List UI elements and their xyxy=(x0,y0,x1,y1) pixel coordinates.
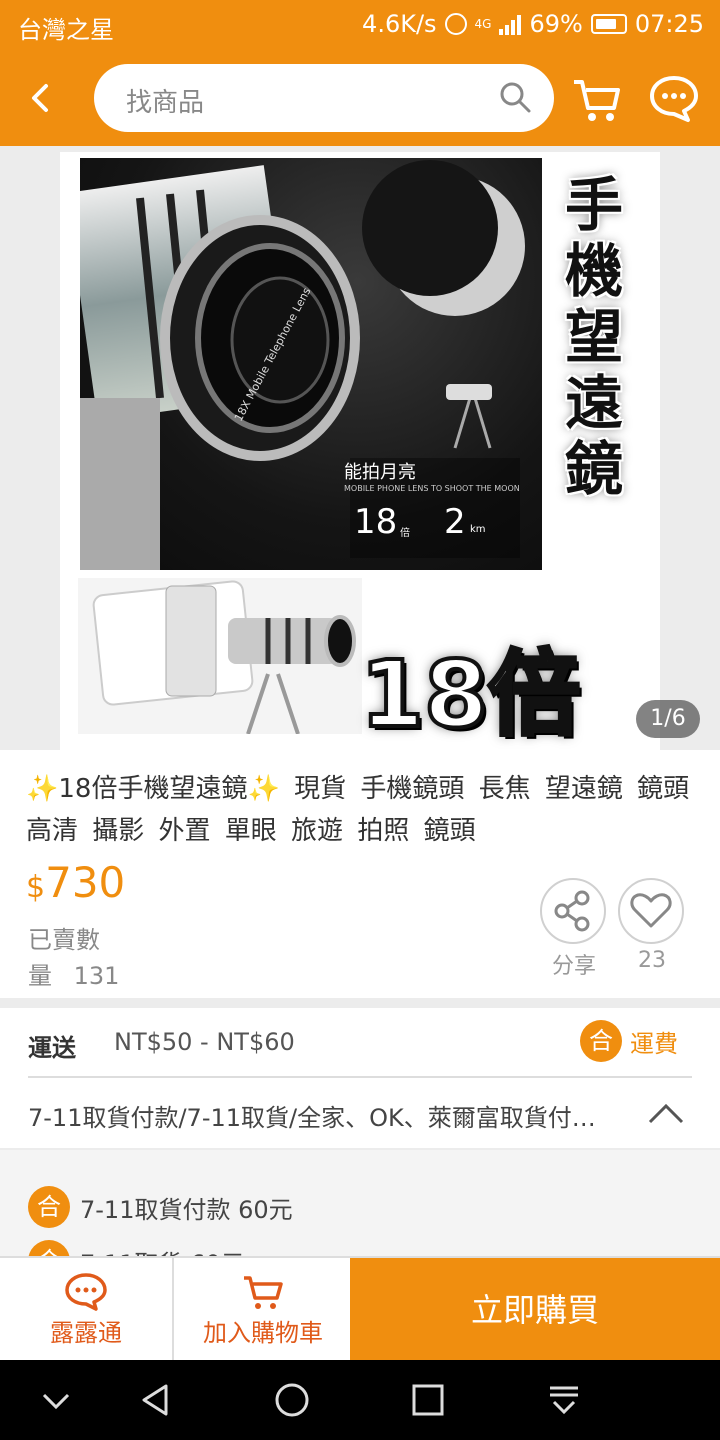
price-value: 730 xyxy=(45,858,126,907)
status-icons: 4.6K/s 4G 69% 07:25 xyxy=(362,10,704,38)
battery-percent: 69% xyxy=(529,10,583,38)
shipping-option: 合 7-11取貨付款 60元 xyxy=(28,1186,293,1228)
image-stat-1-unit: 倍 xyxy=(400,528,410,539)
shipping-methods: 7-11取貨付款/7-11取貨/全家、OK、萊爾富取貨付… xyxy=(28,1104,596,1132)
share-button[interactable] xyxy=(540,878,606,944)
carrier-name: 台灣之星 xyxy=(18,16,114,44)
sold-count-row: 量 131 xyxy=(28,956,119,991)
chat-seller-label: 露露通 xyxy=(50,1319,122,1347)
search-placeholder: 找商品 xyxy=(126,88,205,118)
system-nav-bar xyxy=(0,1360,720,1440)
product-info: ✨18倍手機望遠鏡✨ 現貨 手機鏡頭 長焦 望遠鏡 鏡頭 高清 攝影 外置 單眼… xyxy=(0,750,720,998)
shipping-section[interactable]: 運送 NT$50 - NT$60 合 運費 7-11取貨付款/7-11取貨/全家… xyxy=(0,1008,720,1148)
shipping-range: NT$50 - NT$60 xyxy=(114,1028,295,1056)
sold-label-2: 量 xyxy=(28,962,52,990)
image-caption: 能拍月亮 xyxy=(344,462,416,483)
search-icon xyxy=(500,82,531,113)
notification-pull-icon[interactable] xyxy=(544,1380,584,1420)
product-price: $730 xyxy=(26,858,125,907)
product-photo-main: 能拍月亮 MOBILE PHONE LENS TO SHOOT THE MOON… xyxy=(80,158,542,570)
cart-icon xyxy=(574,80,620,121)
chevron-left-icon xyxy=(32,84,48,112)
chat-button[interactable] xyxy=(648,72,700,124)
alarm-icon xyxy=(444,13,467,35)
buy-now-button[interactable]: 立即購買 xyxy=(350,1258,720,1362)
home-circle-icon[interactable] xyxy=(272,1380,312,1420)
network-type: 4G xyxy=(474,17,492,31)
chevron-down-icon[interactable] xyxy=(36,1380,76,1420)
like-count: 23 xyxy=(638,948,666,973)
search-input[interactable]: 找商品 xyxy=(94,64,554,132)
image-caption-sub: MOBILE PHONE LENS TO SHOOT THE MOON xyxy=(344,484,520,493)
heart-icon xyxy=(630,893,672,928)
telephoto-lens-illustration xyxy=(80,160,525,570)
chat-icon xyxy=(650,76,698,122)
clock: 07:25 xyxy=(634,10,704,38)
image-vertical-text: 手機望遠鏡 xyxy=(564,171,623,503)
share-label: 分享 xyxy=(551,954,596,979)
image-pager: 1/6 xyxy=(636,700,700,738)
product-photo-phone xyxy=(78,578,362,734)
shipping-option-text: 7-11取貨付款 60元 xyxy=(80,1195,293,1224)
sold-label-1: 已賣數 xyxy=(28,926,100,954)
chevron-up-icon xyxy=(648,1103,684,1124)
network-speed: 4.6K/s xyxy=(362,10,437,38)
product-title: ✨18倍手機望遠鏡✨ 現貨 手機鏡頭 長焦 望遠鏡 鏡頭 高清 攝影 外置 單眼… xyxy=(26,774,690,846)
divider xyxy=(28,1076,692,1078)
image-big-text: 18倍 xyxy=(358,639,582,750)
chat-icon xyxy=(65,1273,107,1311)
top-bar: 找商品 xyxy=(0,50,720,146)
share-icon xyxy=(554,890,590,932)
cart-icon xyxy=(244,1276,283,1309)
shipping-fee-link[interactable]: 合 運費 xyxy=(580,1020,678,1062)
shipping-options: 合 7-11取貨付款 60元 合 7-11取貨 60元 xyxy=(0,1150,720,1260)
cart-button[interactable] xyxy=(570,72,624,126)
shipping-label: 運送 xyxy=(28,1034,76,1062)
image-stat-1: 18 xyxy=(354,502,398,542)
phone-with-lens-illustration xyxy=(92,580,356,734)
collapse-button[interactable] xyxy=(646,1098,686,1128)
like-button[interactable] xyxy=(618,878,684,944)
add-to-cart-button[interactable]: 加入購物車 xyxy=(176,1258,350,1362)
chat-seller-button[interactable]: 露露通 xyxy=(0,1258,174,1362)
shipping-fee-label: 運費 xyxy=(630,1029,678,1058)
image-stat-2-unit: km xyxy=(470,524,486,535)
recents-square-icon[interactable] xyxy=(408,1380,448,1420)
image-stat-2: 2 xyxy=(444,502,466,542)
status-bar: 台灣之星 4.6K/s 4G 69% 07:25 xyxy=(0,0,720,50)
price-currency: $ xyxy=(26,870,46,905)
back-button[interactable] xyxy=(22,78,62,118)
combined-shipping-badge: 合 xyxy=(580,1020,622,1062)
add-to-cart-label: 加入購物車 xyxy=(203,1319,323,1347)
combined-shipping-badge: 合 xyxy=(28,1186,70,1228)
battery-icon xyxy=(590,14,627,34)
back-triangle-icon[interactable] xyxy=(136,1380,176,1420)
signal-icon xyxy=(499,13,522,35)
action-bar: 露露通 加入購物車 立即購買 xyxy=(0,1256,720,1362)
sold-count: 131 xyxy=(73,962,120,990)
